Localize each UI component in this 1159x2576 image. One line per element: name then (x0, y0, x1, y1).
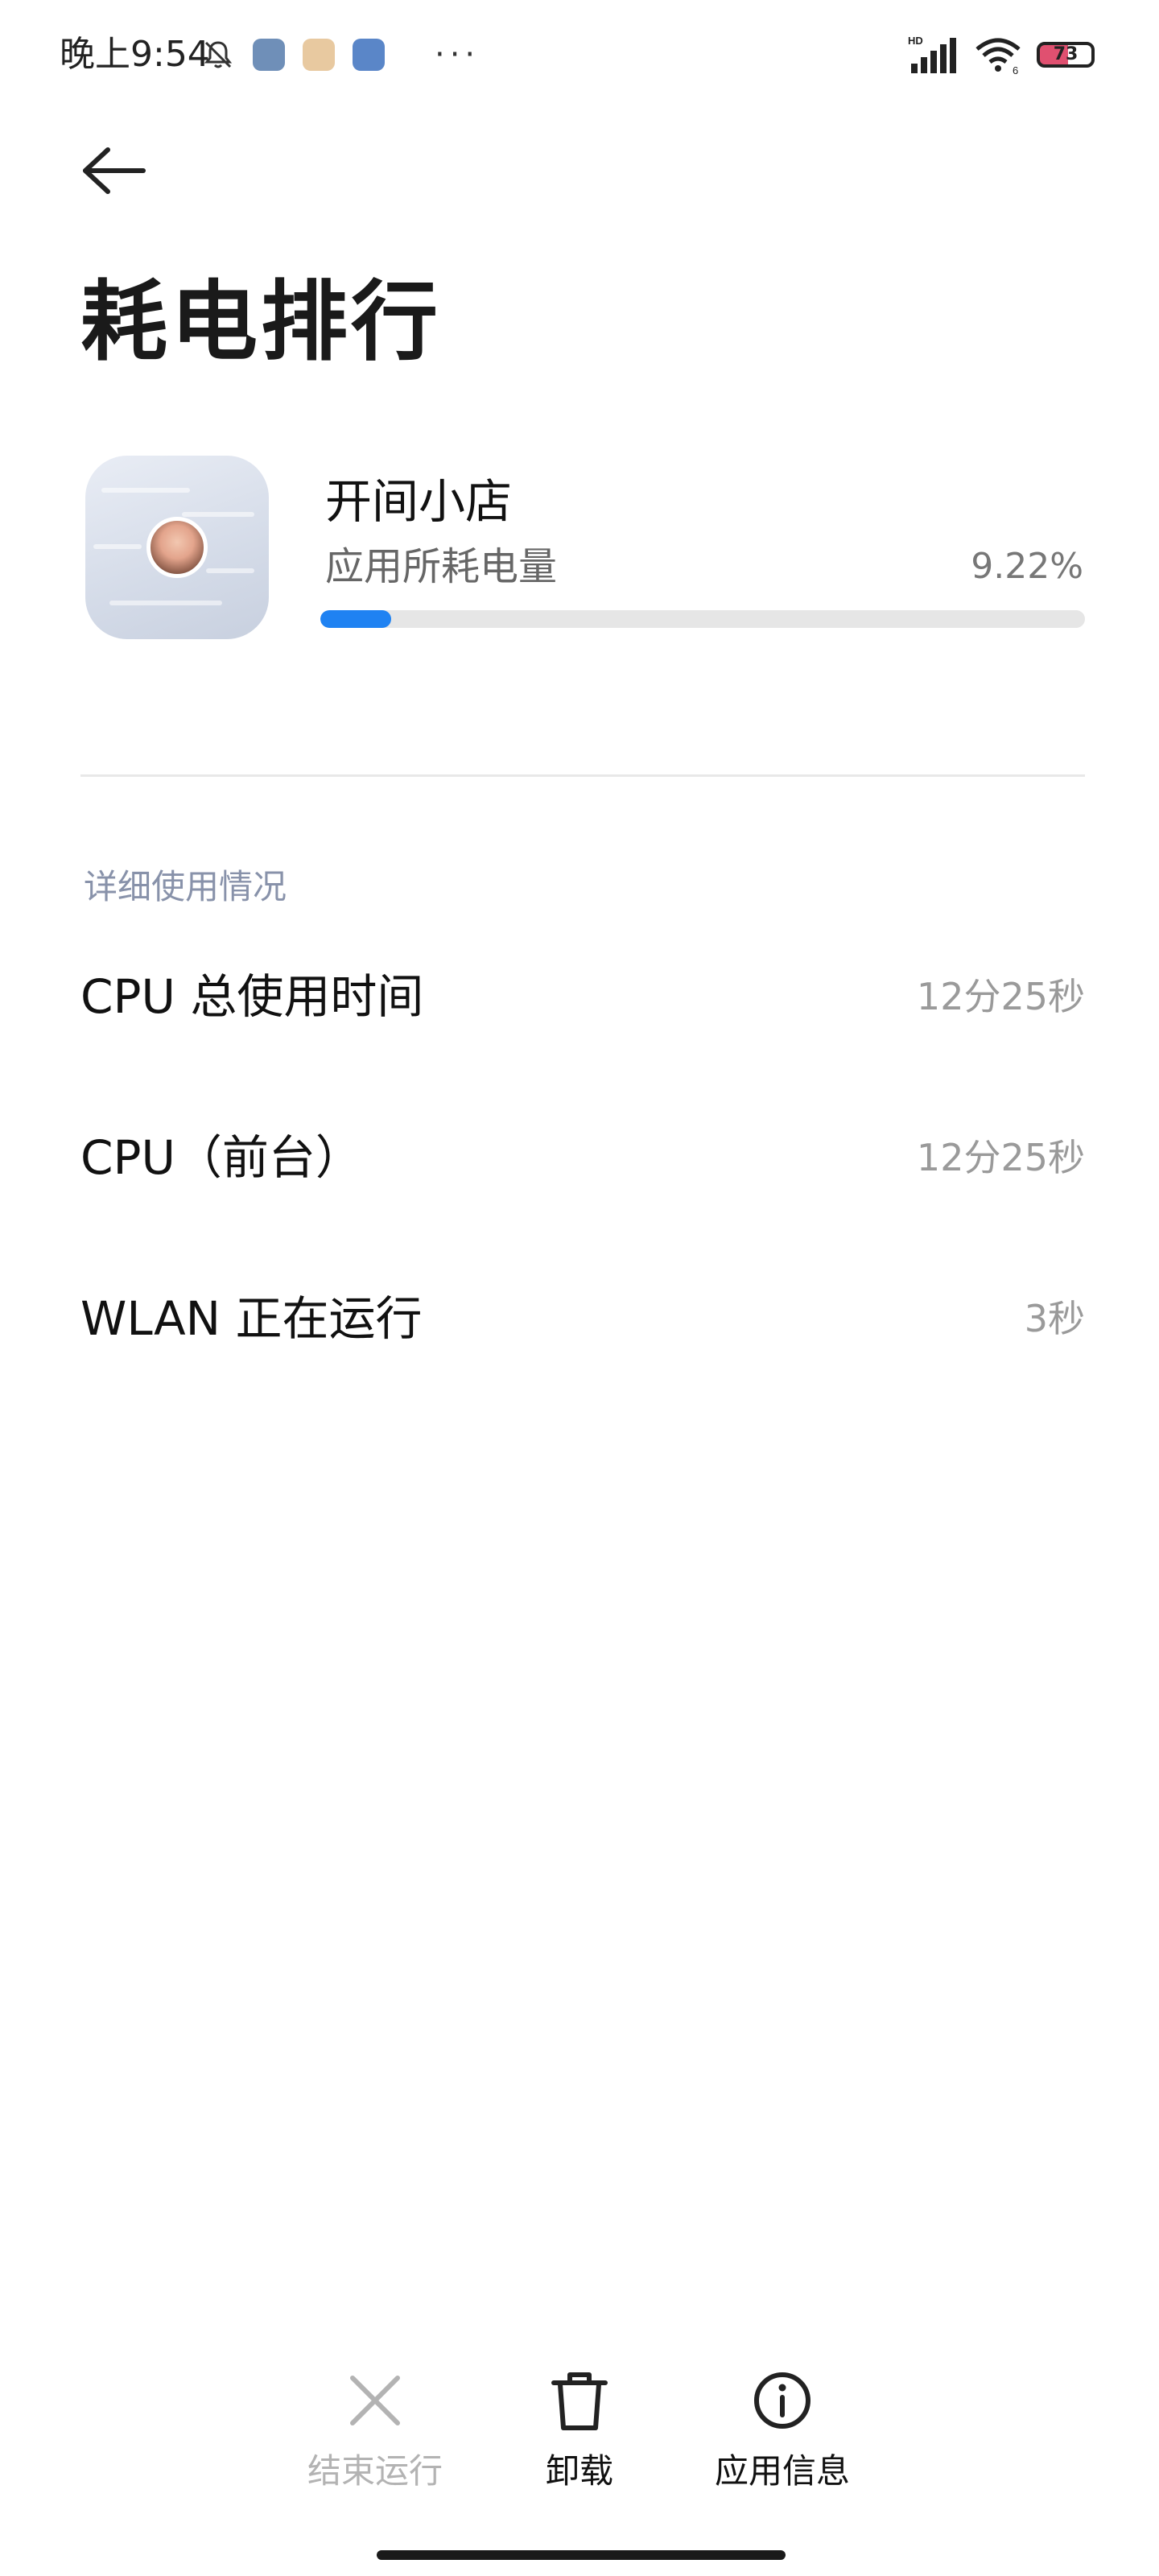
detail-value: 12分25秒 (916, 1136, 1085, 1179)
arrow-left-icon (83, 147, 146, 194)
kill-button[interactable]: 结束运行 (278, 2367, 472, 2504)
signal-icon: HD (908, 35, 956, 73)
detail-row: WLAN 正在运行 3秒 (80, 1278, 1085, 1359)
status-time: 晚上9:54 (60, 34, 210, 75)
detail-label: CPU 总使用时间 (80, 969, 424, 1024)
more-notifications-icon: ··· (435, 36, 481, 73)
trash-icon (551, 2372, 608, 2430)
uninstall-label: 卸载 (545, 2451, 613, 2491)
app-name: 开间小店 (325, 474, 513, 529)
app-avatar (146, 517, 208, 578)
app-info-label: 应用信息 (714, 2451, 850, 2491)
bottom-action-bar: 结束运行 卸载 应用信息 (0, 2367, 1159, 2504)
divider (80, 774, 1085, 777)
page-title: 耗电排行 (80, 271, 442, 373)
detail-label: WLAN 正在运行 (80, 1291, 423, 1346)
status-notification-icons: ··· (201, 34, 480, 76)
status-bar: 晚上9:54 ··· HD 6 73 (0, 0, 1159, 105)
app-notification-icon (253, 39, 285, 71)
detail-row: CPU（前台） 12分25秒 (80, 1117, 1085, 1198)
back-button[interactable] (80, 145, 148, 196)
detail-value: 3秒 (1024, 1297, 1085, 1340)
wifi-badge: 6 (1013, 64, 1018, 75)
close-icon (350, 2376, 400, 2425)
uninstall-button[interactable]: 卸载 (483, 2367, 676, 2504)
app-store-notification-icon (303, 39, 335, 71)
bell-off-icon (204, 41, 233, 68)
usage-progress-bar (320, 610, 1085, 628)
kill-label: 结束运行 (307, 2451, 443, 2491)
usage-label: 应用所耗电量 (325, 544, 558, 589)
battery-icon: 73 (1037, 42, 1095, 68)
section-header-details: 详细使用情况 (84, 867, 287, 906)
usage-progress-fill (320, 610, 391, 628)
detail-row: CPU 总使用时间 12分25秒 (80, 956, 1085, 1037)
hd-badge: HD (908, 35, 923, 47)
app-info-button[interactable]: 应用信息 (686, 2367, 879, 2504)
home-indicator[interactable] (377, 2550, 786, 2560)
app-icon (85, 456, 269, 639)
battery-level: 73 (1053, 44, 1079, 64)
info-circle-icon (754, 2372, 810, 2429)
sync-notification-icon (353, 39, 385, 71)
wifi-icon: 6 (975, 38, 1021, 75)
detail-label: CPU（前台） (80, 1130, 362, 1185)
usage-percent: 9.22% (971, 546, 1083, 587)
status-system-icons: HD 6 73 (908, 32, 1095, 77)
detail-value: 12分25秒 (916, 975, 1085, 1018)
